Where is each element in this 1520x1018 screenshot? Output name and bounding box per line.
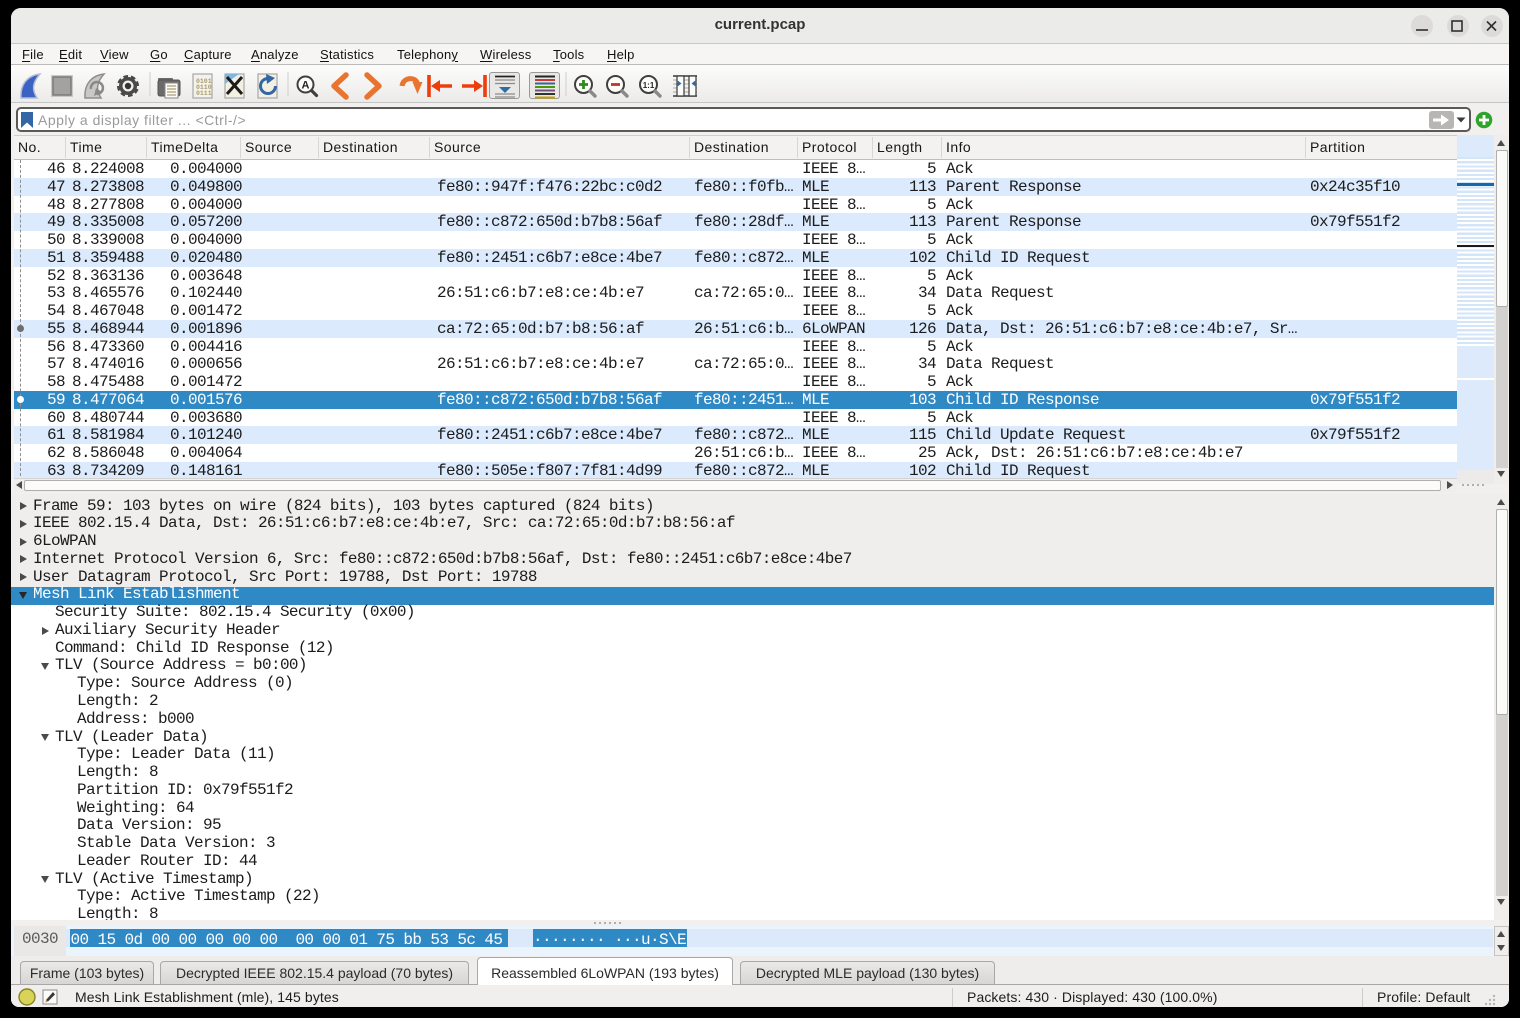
svg-text:0111: 0111	[196, 90, 212, 97]
svg-text:A: A	[302, 80, 310, 92]
svg-text:1:1: 1:1	[643, 81, 655, 90]
